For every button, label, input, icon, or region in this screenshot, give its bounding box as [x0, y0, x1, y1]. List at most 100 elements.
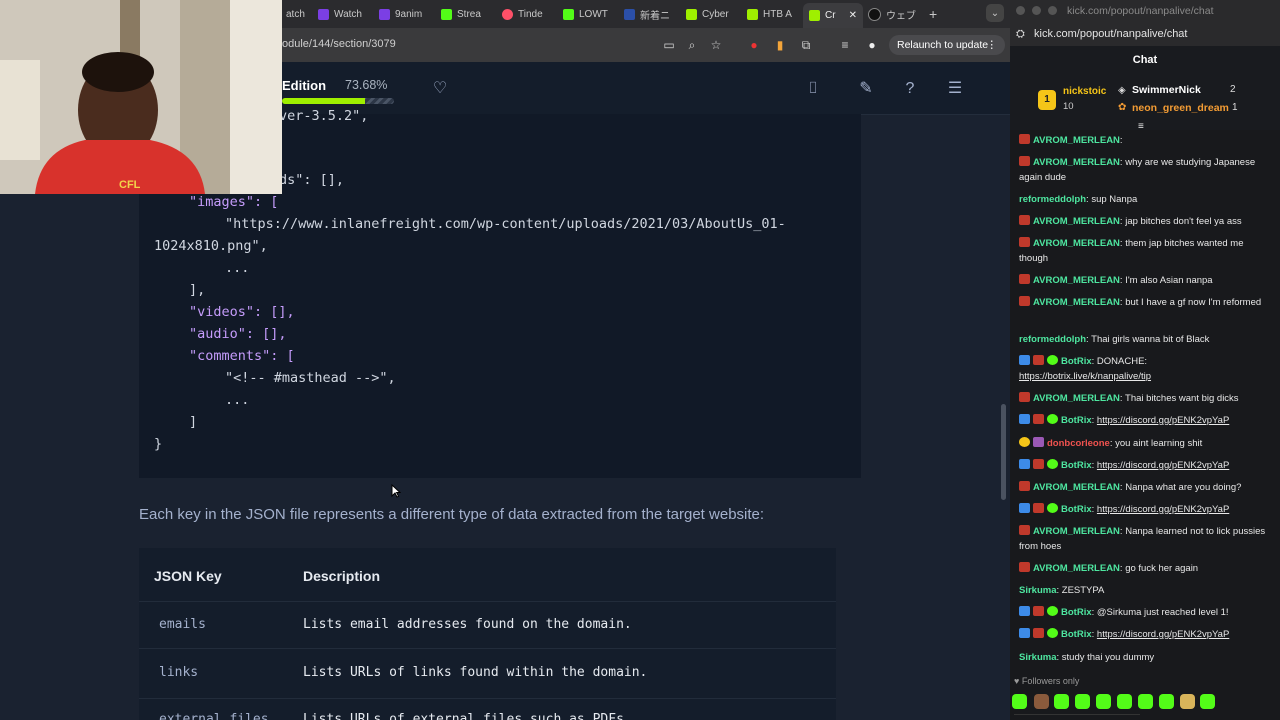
bot-badge-icon: [1019, 628, 1030, 638]
tab[interactable]: HTB A: [747, 4, 792, 24]
chat-username[interactable]: Sirkuma: [1019, 652, 1057, 663]
chat-username[interactable]: AVROM_MERLEAN: [1033, 526, 1120, 537]
chat-username[interactable]: Sirkuma: [1019, 585, 1057, 596]
chat-username[interactable]: BotRix: [1061, 504, 1092, 515]
emote-icon[interactable]: [1138, 694, 1153, 709]
chat-link[interactable]: https://discord.gg/pENK2vpYaP: [1097, 460, 1229, 471]
tab-search-button[interactable]: ⌄: [986, 4, 1004, 22]
chat-username[interactable]: AVROM_MERLEAN: [1033, 238, 1120, 249]
star-icon[interactable]: ☆: [708, 37, 724, 53]
tab-favicon-icon: [868, 7, 881, 21]
tab[interactable]: 9anim: [379, 4, 422, 24]
heart-icon[interactable]: ♡: [429, 78, 451, 100]
verified-badge-icon: [1047, 355, 1058, 365]
list-icon[interactable]: ☰: [944, 78, 966, 100]
help-icon[interactable]: ?: [899, 78, 921, 100]
chat-text: Thai bitches want big dicks: [1125, 393, 1239, 404]
install-icon[interactable]: ▭: [661, 37, 677, 53]
chat-link[interactable]: https://discord.gg/pENK2vpYaP: [1097, 415, 1229, 426]
tab[interactable]: Strea: [441, 4, 481, 24]
chat-username[interactable]: AVROM_MERLEAN: [1033, 135, 1120, 146]
rank-badge-icon: [1019, 437, 1030, 447]
tab[interactable]: atch: [286, 4, 305, 24]
chat-username[interactable]: AVROM_MERLEAN: [1033, 216, 1120, 227]
emote-icon[interactable]: [1117, 694, 1132, 709]
emote-icon[interactable]: [1012, 694, 1027, 709]
chat-url[interactable]: kick.com/popout/nanpalive/chat: [1034, 22, 1187, 46]
leaderboard-user[interactable]: neon_green_dream: [1132, 102, 1229, 114]
tab[interactable]: Cyber: [686, 4, 729, 24]
new-tab-button[interactable]: +: [929, 4, 937, 24]
tab-favicon-icon: [379, 8, 390, 20]
emote-icon[interactable]: [1034, 694, 1049, 709]
emote-icon[interactable]: [1159, 694, 1174, 709]
leaderboard-count: 1: [1232, 102, 1238, 113]
chat-username[interactable]: AVROM_MERLEAN: [1033, 275, 1120, 286]
tab-active[interactable]: Cr ✕: [803, 3, 863, 28]
chat-username[interactable]: reformeddolph: [1019, 334, 1086, 345]
chat-username[interactable]: reformeddolph: [1019, 194, 1086, 205]
close-icon[interactable]: ✕: [849, 10, 857, 21]
chat-link[interactable]: https://discord.gg/pENK2vpYaP: [1097, 629, 1229, 640]
code-file-icon[interactable]: ⌷: [802, 78, 824, 100]
leaderboard-user[interactable]: nickstoic: [1063, 86, 1106, 97]
sub-badge-icon: [1033, 355, 1044, 365]
emote-icon[interactable]: [1200, 694, 1215, 709]
followers-only-text: Followers only: [1021, 676, 1080, 686]
chat-username[interactable]: donbcorleone: [1047, 438, 1110, 449]
pen-icon[interactable]: ✎: [855, 78, 877, 100]
window-close-button[interactable]: [1016, 6, 1025, 15]
chat-username[interactable]: BotRix: [1061, 356, 1092, 367]
browser-window: atch Watch 9anim Strea Tinde LOWT 新着ニ Cy…: [0, 0, 1010, 720]
chat-username[interactable]: AVROM_MERLEAN: [1033, 563, 1120, 574]
tab[interactable]: ウェブ: [868, 4, 916, 24]
expand-icon[interactable]: ≡: [1138, 121, 1144, 132]
chat-message: AVROM_MERLEAN: Thai bitches want big dic…: [1019, 391, 1269, 406]
emote-icon[interactable]: [1180, 694, 1195, 709]
chat-username[interactable]: BotRix: [1061, 629, 1092, 640]
chat-message: reformeddolph: sup Nanpa: [1019, 194, 1138, 205]
rank-badge: 1: [1038, 90, 1056, 110]
tab[interactable]: Watch: [318, 4, 362, 24]
sub-badge-icon: [1019, 296, 1030, 306]
chat-link[interactable]: https://discord.gg/pENK2vpYaP: [1097, 504, 1229, 515]
chat-username[interactable]: AVROM_MERLEAN: [1033, 297, 1120, 308]
chat-message: AVROM_MERLEAN: but I have a gf now I'm r…: [1019, 295, 1269, 310]
extension-icon[interactable]: ●: [746, 37, 762, 53]
tab[interactable]: 新着ニ: [624, 4, 670, 24]
url-field[interactable]: odule/144/section/3079: [282, 38, 396, 50]
zoom-icon[interactable]: ⌕: [684, 37, 700, 53]
tab[interactable]: Tinde: [502, 4, 543, 24]
avatar[interactable]: ●: [864, 37, 880, 53]
chat-username[interactable]: BotRix: [1061, 415, 1092, 426]
extension-icon[interactable]: ▮: [772, 37, 788, 53]
chat-username[interactable]: AVROM_MERLEAN: [1033, 482, 1120, 493]
chat-text: ZESTYPA: [1061, 585, 1105, 596]
puzzle-icon[interactable]: ⧉: [798, 37, 814, 53]
media-icon[interactable]: ≡: [837, 37, 853, 53]
chat-message: AVROM_MERLEAN: I'm also Asian nanpa: [1019, 273, 1269, 288]
chat-username[interactable]: AVROM_MERLEAN: [1033, 393, 1120, 404]
sub-badge-icon: [1019, 392, 1030, 402]
site-info-icon[interactable]: ⛭: [1016, 22, 1025, 46]
window-zoom-button[interactable]: [1048, 6, 1057, 15]
emote-icon[interactable]: [1096, 694, 1111, 709]
tab[interactable]: LOWT: [563, 4, 608, 24]
chat-username[interactable]: AVROM_MERLEAN: [1033, 157, 1120, 168]
chat-message: BotRix: https://discord.gg/pENK2vpYaP: [1019, 627, 1269, 642]
chat-username[interactable]: BotRix: [1061, 460, 1092, 471]
table-cell-desc: Lists URLs of links found within the dom…: [303, 665, 648, 680]
chat-username[interactable]: BotRix: [1061, 607, 1092, 618]
scrollbar[interactable]: [1001, 404, 1006, 500]
relaunch-button[interactable]: Relaunch to update ⋮: [889, 35, 1005, 55]
emote-icon[interactable]: [1054, 694, 1069, 709]
tab-label: 新着ニ: [640, 10, 670, 22]
chat-message: BotRix: https://discord.gg/pENK2vpYaP: [1019, 413, 1269, 428]
emote-icon[interactable]: [1075, 694, 1090, 709]
chat-text: I'm also Asian nanpa: [1125, 275, 1213, 286]
leaderboard-user[interactable]: SwimmerNick: [1132, 84, 1201, 96]
chat-link[interactable]: https://botrix.live/k/nanpalive/tip: [1019, 371, 1151, 382]
window-minimize-button[interactable]: [1032, 6, 1041, 15]
chat-input[interactable]: [1014, 714, 1140, 720]
table-cell-key: external_files: [159, 712, 269, 720]
